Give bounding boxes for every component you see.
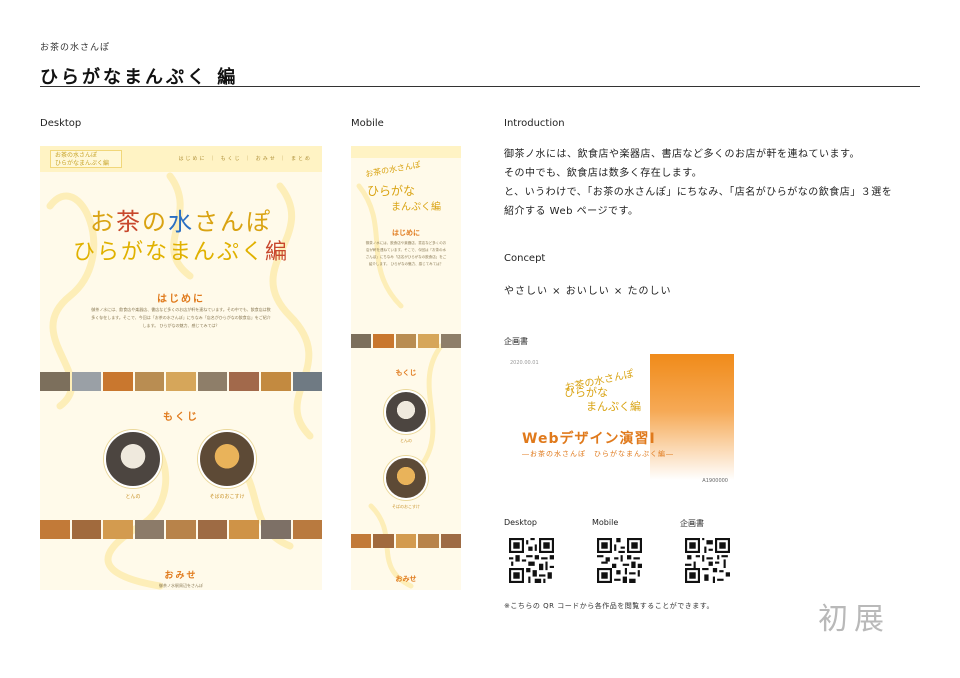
hero-text: ひらがなまんぷく bbox=[72, 240, 265, 265]
mobile-intro-heading: はじめに bbox=[392, 229, 420, 237]
plan-document-thumbnail[interactable]: 2020.00.01 お茶の水さんぽ ひらがな まんぷく編 Webデザイン演習Ⅰ… bbox=[504, 354, 734, 488]
intro-line-1: 御茶ノ水には、飲食店や楽器店、書店など多くのお店が軒を連ねています。 bbox=[504, 149, 860, 160]
mobile-label: Mobile bbox=[351, 118, 384, 129]
food-photo bbox=[260, 372, 291, 391]
desktop-label: Desktop bbox=[40, 118, 82, 129]
food-photo bbox=[395, 534, 417, 548]
mobile-toc-caption-2[interactable]: そばのおこすけ bbox=[374, 504, 438, 510]
food-photo bbox=[395, 334, 417, 348]
food-photo bbox=[229, 372, 259, 391]
toc-caption-2[interactable]: そばのおこすけ bbox=[190, 493, 264, 500]
desktop-screenshot[interactable]: お茶の水さんぽ ひらがなまんぷく編 はじめに ｜ もくじ ｜ おみせ ｜ まとめ… bbox=[40, 146, 322, 590]
plan-gradient-block bbox=[650, 354, 734, 480]
desktop-nav-logo-line2: ひらがなまんぷく編 bbox=[55, 160, 110, 167]
exhibition-watermark-logo: 初展 bbox=[818, 602, 890, 637]
mobile-navbar bbox=[351, 146, 461, 158]
mobile-intro-body: 御茶ノ水には、飲食店や楽器店、書店など多くのお店が軒を連ねています。そこで、今回… bbox=[365, 241, 447, 266]
hero-char-accent-red: 茶 bbox=[116, 208, 142, 236]
qr-note: ※こちらの QR コードから各作品を閲覧することができます。 bbox=[504, 602, 714, 610]
food-photo bbox=[373, 534, 394, 548]
storefront-photo bbox=[134, 520, 165, 539]
toc-shop-photo-1[interactable] bbox=[104, 430, 162, 488]
desktop-shops-heading: おみせ bbox=[164, 571, 198, 581]
desktop-intro-heading: はじめに bbox=[157, 294, 205, 305]
food-photo bbox=[197, 520, 228, 539]
introduction-label: Introduction bbox=[504, 118, 565, 129]
intro-line-3: と、いうわけで、「お茶の水さんぽ」にちなみ、「店名がひらがなの飲食店」３選を bbox=[504, 187, 893, 198]
toc-caption-1[interactable]: とんの bbox=[104, 493, 162, 500]
storefront-photo bbox=[440, 334, 461, 348]
hero-char: お bbox=[90, 208, 116, 236]
mobile-shops-heading: おみせ bbox=[395, 575, 417, 583]
desktop-footer-text: 御茶ノ水駅周辺をさんぽ bbox=[159, 583, 203, 588]
qr-code-mobile[interactable] bbox=[597, 538, 642, 583]
concept-label: Concept bbox=[504, 253, 546, 264]
mobile-toc-heading: もくじ bbox=[395, 369, 417, 377]
hero-char: の bbox=[142, 208, 168, 236]
desktop-nav-logo-line1: お茶の水さんぽ bbox=[55, 152, 98, 159]
food-photo bbox=[418, 534, 439, 548]
hero-char: さんぽ bbox=[194, 208, 272, 236]
plan-date: 2020.00.01 bbox=[510, 360, 539, 366]
concept-text: やさしい × おいしい × たのしい bbox=[504, 286, 672, 297]
desktop-photo-strip-1 bbox=[40, 372, 322, 391]
storefront-photo bbox=[197, 372, 228, 391]
food-photo bbox=[103, 520, 133, 539]
desktop-nav-menu[interactable]: はじめに ｜ もくじ ｜ おみせ ｜ まとめ bbox=[178, 155, 312, 162]
food-photo bbox=[71, 520, 102, 539]
food-photo bbox=[418, 334, 439, 348]
desktop-intro-body: 御茶ノ水には、飲食店や楽器店、書店など多くのお店が軒を連ねています。その中でも、… bbox=[91, 307, 271, 328]
qr-mobile-label: Mobile bbox=[592, 518, 619, 527]
sheet-subtitle: お茶の水さんぽ bbox=[40, 43, 111, 53]
food-photo bbox=[166, 372, 196, 391]
mobile-photo-strip-1 bbox=[351, 334, 461, 348]
qr-code-desktop[interactable] bbox=[509, 538, 554, 583]
intro-line-4: 紹介する Web ページです。 bbox=[504, 206, 639, 217]
food-photo bbox=[440, 534, 461, 548]
desktop-navbar: お茶の水さんぽ ひらがなまんぷく編 はじめに ｜ もくじ ｜ おみせ ｜ まとめ bbox=[40, 146, 322, 172]
mobile-toc-shop-photo-2[interactable] bbox=[384, 456, 428, 500]
mobile-logo-line3: まんぷく編 bbox=[391, 202, 441, 213]
storefront-photo bbox=[292, 372, 322, 391]
storefront-photo bbox=[260, 520, 291, 539]
food-photo bbox=[40, 520, 70, 539]
qr-plan-label: 企画書 bbox=[680, 519, 704, 528]
desktop-toc-heading: もくじ bbox=[163, 412, 199, 423]
mobile-toc-shop-photo-1[interactable] bbox=[384, 390, 428, 434]
plan-title: Webデザイン演習Ⅰ bbox=[522, 431, 656, 447]
qr-code-plan[interactable] bbox=[685, 538, 730, 583]
plan-label: 企画書 bbox=[504, 337, 528, 346]
hero-char-accent-red: 編 bbox=[265, 240, 290, 265]
food-photo bbox=[229, 520, 259, 539]
intro-line-2: その中でも、飲食店は数多く存在します。 bbox=[504, 168, 703, 179]
mobile-photo-strip-2 bbox=[351, 534, 461, 548]
title-divider bbox=[40, 86, 920, 87]
mobile-toc-caption-1[interactable]: とんの bbox=[384, 438, 428, 444]
food-photo bbox=[292, 520, 322, 539]
food-photo bbox=[373, 334, 394, 348]
hero-char-accent-blue: 水 bbox=[168, 208, 194, 236]
plan-subtitle: ―お茶の水さんぽ ひらがなまんぷく編― bbox=[522, 450, 674, 458]
qr-desktop-label: Desktop bbox=[504, 518, 537, 527]
plan-student-id: A1900000 bbox=[702, 478, 728, 484]
food-photo bbox=[351, 334, 372, 348]
food-photo bbox=[103, 372, 133, 391]
desktop-hero-line2: ひらがなまんぷく編 bbox=[40, 234, 322, 266]
mobile-screenshot[interactable]: お茶の水さんぽ ひらがな まんぷく編 はじめに 御茶ノ水には、飲食店や楽器店、書… bbox=[351, 146, 461, 590]
plan-logo-line3: まんぷく編 bbox=[586, 400, 641, 413]
food-photo bbox=[40, 372, 70, 391]
toc-shop-photo-2[interactable] bbox=[198, 430, 256, 488]
food-photo bbox=[351, 534, 372, 548]
desktop-nav-logo[interactable]: お茶の水さんぽ ひらがなまんぷく編 bbox=[50, 150, 122, 168]
mobile-logo-line2: ひらがな bbox=[367, 184, 416, 198]
desktop-photo-strip-2 bbox=[40, 520, 322, 539]
food-photo bbox=[166, 520, 196, 539]
storefront-photo bbox=[71, 372, 102, 391]
desktop-hero-line1: お茶の水さんぽ bbox=[40, 202, 322, 237]
introduction-text: 御茶ノ水には、飲食店や楽器店、書店など多くのお店が軒を連ねています。 その中でも… bbox=[504, 145, 892, 221]
food-photo bbox=[134, 372, 165, 391]
